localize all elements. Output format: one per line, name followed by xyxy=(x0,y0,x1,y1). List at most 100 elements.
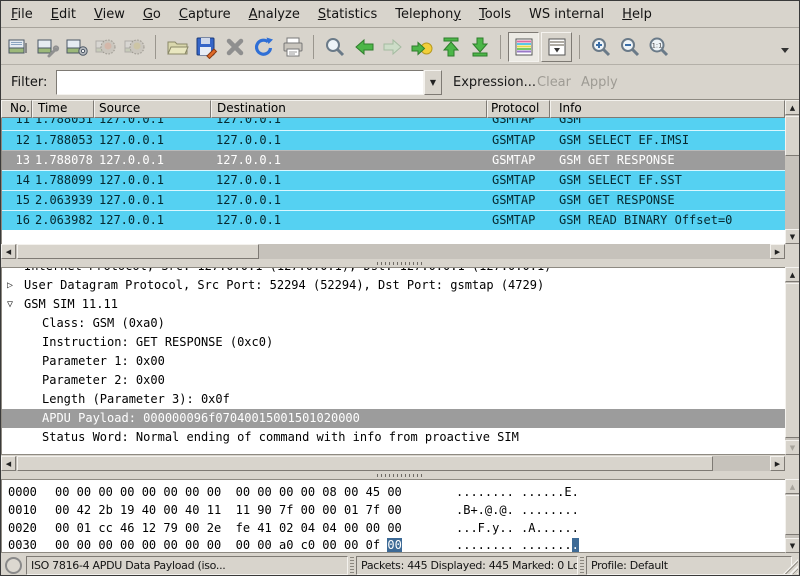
pane-splitter[interactable] xyxy=(1,259,799,267)
detail-row-parameter1[interactable]: Parameter 1: 0x00 xyxy=(2,352,785,371)
column-header-info[interactable]: Info xyxy=(550,100,785,118)
menu-file[interactable]: File xyxy=(11,7,33,22)
hex-row-0010[interactable]: 0010 00 42 2b 19 40 00 40 11 11 90 7f 00… xyxy=(2,501,785,519)
scroll-right-button[interactable]: ▶ xyxy=(770,244,785,259)
column-header-source[interactable]: Source xyxy=(94,100,211,118)
menu-bar: File Edit View Go Capture Analyze Statis… xyxy=(1,1,799,28)
expert-info-icon[interactable] xyxy=(5,557,22,574)
packet-row-15[interactable]: 152.063939127.0.0.1127.0.0.1GSMTAPGSM GE… xyxy=(2,190,785,210)
capture-options-icon[interactable] xyxy=(33,33,62,61)
menu-view[interactable]: View xyxy=(94,7,125,22)
packet-list-hscrollbar[interactable]: ◀ ▶ xyxy=(1,244,785,259)
list-interfaces-icon[interactable] xyxy=(4,33,33,61)
scroll-up-button[interactable]: ▲ xyxy=(785,100,800,115)
go-to-bottom-icon[interactable] xyxy=(465,33,494,61)
detail-row-ip[interactable]: Internet Protocol, Src: 127.0.0.1 (127.0… xyxy=(2,268,785,276)
hex-row-0020[interactable]: 0020 00 01 cc 46 12 79 00 2e fe 41 02 04… xyxy=(2,519,785,537)
scroll-up-button[interactable]: ▲ xyxy=(785,479,800,494)
go-forward-icon[interactable] xyxy=(378,33,407,61)
hex-vscrollbar[interactable]: ▲ ▼ xyxy=(785,479,800,553)
scroll-down-button[interactable]: ▼ xyxy=(785,440,800,455)
menu-help[interactable]: Help xyxy=(622,7,652,22)
column-header-time[interactable]: Time xyxy=(32,100,94,118)
hex-row-0030[interactable]: 0030 00 00 00 00 00 00 00 00 00 00 a0 c0… xyxy=(2,536,785,553)
expander-expanded-icon[interactable] xyxy=(7,295,13,314)
menu-go[interactable]: Go xyxy=(143,7,161,22)
pane-splitter[interactable] xyxy=(1,471,799,479)
menu-statistics[interactable]: Statistics xyxy=(318,7,377,22)
scroll-down-button[interactable]: ▼ xyxy=(785,229,800,244)
status-bar: ISO 7816-4 APDU Data Payload (iso... Pac… xyxy=(1,554,799,576)
details-vscrollbar[interactable]: ▲ ▼ xyxy=(785,267,800,455)
statusbar-handle[interactable] xyxy=(580,557,584,573)
detail-row-status-word[interactable]: Status Word: Normal ending of command wi… xyxy=(2,428,785,447)
filter-dropdown-button[interactable]: ▼ xyxy=(424,70,442,95)
detail-row-apdu-payload-selected[interactable]: APDU Payload: 000000096f0704001500150102… xyxy=(2,409,785,428)
detail-row-parameter2[interactable]: Parameter 2: 0x00 xyxy=(2,371,785,390)
scroll-left-button[interactable]: ◀ xyxy=(1,244,16,259)
go-to-top-icon[interactable] xyxy=(436,33,465,61)
column-header-destination[interactable]: Destination xyxy=(211,100,487,118)
menu-ws-internal[interactable]: WS internal xyxy=(529,7,604,22)
capture-restart-icon[interactable] xyxy=(120,33,149,61)
expander-collapsed-icon[interactable] xyxy=(7,276,13,295)
toolbar-overflow-caret-icon[interactable] xyxy=(779,41,791,60)
reload-icon[interactable] xyxy=(249,33,278,61)
scrollbar-thumb[interactable] xyxy=(785,495,800,535)
packet-row-13-selected[interactable]: 131.788078127.0.0.1127.0.0.1GSMTAPGSM GE… xyxy=(2,150,785,170)
capture-start-icon[interactable] xyxy=(62,33,91,61)
go-back-icon[interactable] xyxy=(349,33,378,61)
menu-analyze[interactable]: Analyze xyxy=(249,7,300,22)
scrollbar-thumb[interactable] xyxy=(17,244,259,259)
detail-row-instruction[interactable]: Instruction: GET RESPONSE (0xc0) xyxy=(2,333,785,352)
filter-input[interactable] xyxy=(56,70,424,95)
auto-scroll-toggle[interactable] xyxy=(541,32,572,62)
packet-row-16[interactable]: 162.063982127.0.0.1127.0.0.1GSMTAPGSM RE… xyxy=(2,210,785,230)
packet-row-14[interactable]: 141.788099127.0.0.1127.0.0.1GSMTAPGSM SE… xyxy=(2,170,785,190)
scrollbar-thumb[interactable] xyxy=(17,456,713,471)
detail-row-class[interactable]: Class: GSM (0xa0) xyxy=(2,314,785,333)
detail-row-length[interactable]: Length (Parameter 3): 0x0f xyxy=(2,390,785,409)
selected-byte: 00 xyxy=(387,538,401,552)
scroll-up-button[interactable]: ▲ xyxy=(785,267,800,282)
zoom-in-icon[interactable] xyxy=(586,33,615,61)
menu-tools[interactable]: Tools xyxy=(479,7,511,22)
print-icon[interactable] xyxy=(278,33,307,61)
menu-edit[interactable]: Edit xyxy=(51,7,76,22)
column-header-no[interactable]: No. xyxy=(1,100,32,118)
expression-button[interactable]: Expression... xyxy=(453,75,536,90)
status-profile[interactable]: Profile: Default xyxy=(586,556,792,575)
packet-row-12[interactable]: 121.788053127.0.0.1127.0.0.1GSMTAPGSM SE… xyxy=(2,130,785,150)
hex-row-0000[interactable]: 0000 00 00 00 00 00 00 00 00 00 00 00 00… xyxy=(2,483,785,501)
toolbar-separator xyxy=(579,35,580,59)
scrollbar-thumb[interactable] xyxy=(785,116,800,156)
statusbar-handle[interactable] xyxy=(350,557,354,573)
close-file-icon[interactable] xyxy=(220,33,249,61)
main-toolbar: 1:1 xyxy=(1,29,799,65)
detail-row-gsm-sim[interactable]: GSM SIM 11.11 xyxy=(2,295,785,314)
packet-row-11[interactable]: 111.788051127.0.0.1127.0.0.1GSMTAPGSM xyxy=(2,118,785,130)
colorize-packets-toggle[interactable] xyxy=(508,32,539,62)
capture-stop-icon[interactable] xyxy=(91,33,120,61)
scroll-left-button[interactable]: ◀ xyxy=(1,456,16,471)
open-file-icon[interactable] xyxy=(162,33,191,61)
detail-row-udp[interactable]: User Datagram Protocol, Src Port: 52294 … xyxy=(2,276,785,295)
find-packet-icon[interactable] xyxy=(320,33,349,61)
hex-bytes-pane: 0000 00 00 00 00 00 00 00 00 00 00 00 00… xyxy=(1,479,785,553)
zoom-original-icon[interactable]: 1:1 xyxy=(644,33,673,61)
filter-bar: Filter: ▼ Expression... Clear Apply xyxy=(1,66,799,100)
scrollbar-thumb[interactable] xyxy=(785,283,800,438)
menu-telephony[interactable]: Telephony xyxy=(395,7,461,22)
menu-capture[interactable]: Capture xyxy=(179,7,231,22)
packet-list-vscrollbar[interactable]: ▲ ▼ xyxy=(785,100,800,244)
status-field-info: ISO 7816-4 APDU Data Payload (iso... xyxy=(26,556,348,575)
zoom-out-icon[interactable] xyxy=(615,33,644,61)
column-header-protocol[interactable]: Protocol xyxy=(487,100,550,118)
packet-details-pane: Internet Protocol, Src: 127.0.0.1 (127.0… xyxy=(1,267,785,455)
go-to-packet-icon[interactable] xyxy=(407,33,436,61)
details-hscrollbar[interactable]: ◀ ▶ xyxy=(1,456,785,471)
scroll-right-button[interactable]: ▶ xyxy=(770,456,785,471)
save-file-icon[interactable] xyxy=(191,33,220,61)
filter-label: Filter: xyxy=(11,75,47,90)
scroll-down-button[interactable]: ▼ xyxy=(785,538,800,553)
